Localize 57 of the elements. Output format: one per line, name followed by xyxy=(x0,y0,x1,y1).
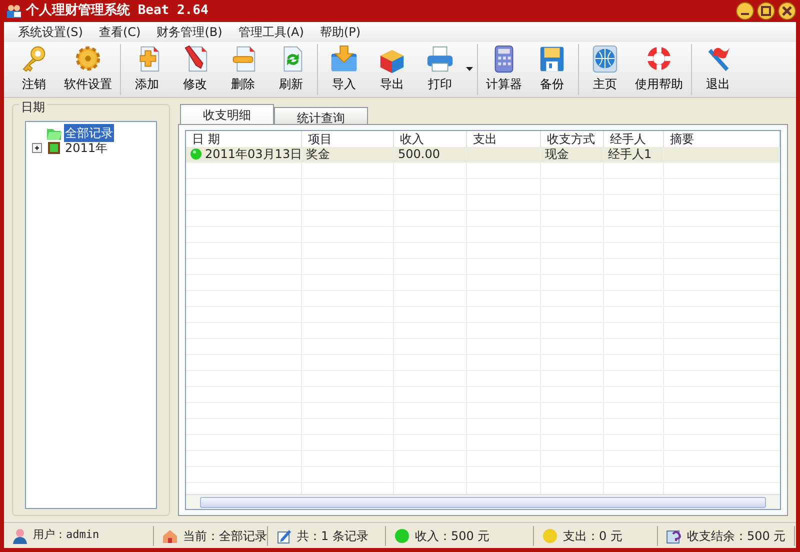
calendar-icon xyxy=(46,140,62,156)
toolbar-button[interactable]: 打印 xyxy=(416,44,464,95)
toolbar-button[interactable]: 添加 xyxy=(123,44,171,95)
question-icon xyxy=(666,528,682,544)
status-text: 共：1 条记录 xyxy=(297,528,368,544)
house-icon xyxy=(162,528,178,544)
tree-item[interactable]: 2011年 xyxy=(64,138,109,156)
toolbar-button[interactable]: 删除 xyxy=(219,44,267,95)
toolbar-button[interactable]: 使用帮助 xyxy=(629,44,689,95)
ball-icon xyxy=(394,528,410,544)
toolbar-button[interactable]: 主页 xyxy=(581,44,629,95)
column-header[interactable]: 收入 xyxy=(394,131,467,147)
pencil-icon xyxy=(276,528,292,544)
tab[interactable]: 收支明细 xyxy=(180,104,274,124)
toolbar-button[interactable]: 导出 xyxy=(368,44,416,95)
table-cell: 奖金 xyxy=(302,147,394,163)
expand-icon[interactable] xyxy=(30,141,44,156)
menu-item[interactable]: 财务管理(B) xyxy=(148,23,230,41)
toolbar-button[interactable]: 备份 xyxy=(528,44,576,95)
close-button[interactable] xyxy=(778,2,796,20)
horizontal-scrollbar[interactable] xyxy=(186,494,780,509)
toolbar-button[interactable]: 导入 xyxy=(320,44,368,95)
column-header[interactable]: 日 期 xyxy=(186,131,302,147)
column-header[interactable]: 收支方式 xyxy=(541,131,604,147)
column-header[interactable]: 经手人 xyxy=(604,131,664,147)
status-text: 收支结余：500 元 xyxy=(687,528,786,544)
tree-item[interactable]: 全部记录 xyxy=(64,124,114,142)
table-cell: 经手人1 xyxy=(604,147,664,163)
status-text: 用户：admin xyxy=(33,527,100,544)
column-header[interactable]: 摘要 xyxy=(664,131,780,147)
window-title: 个人理财管理系统 Beat 2.64 xyxy=(26,2,208,20)
toolbar-button[interactable]: 软件设置 xyxy=(58,44,118,95)
app-icon xyxy=(6,2,22,19)
status-text: 支出：0 元 xyxy=(563,528,622,544)
toolbar-button[interactable]: 退出 xyxy=(694,44,742,95)
tab[interactable]: 统计查询 xyxy=(274,107,368,124)
status-text: 当前：全部记录 xyxy=(183,528,267,544)
table-cell: 500.00 xyxy=(394,147,467,163)
user-icon xyxy=(12,528,28,544)
toolbar-button[interactable]: 修改 xyxy=(171,44,219,95)
minimize-button[interactable] xyxy=(736,2,754,20)
toolbar-button[interactable]: 计算器 xyxy=(480,44,528,95)
toolbar-button[interactable]: 刷新 xyxy=(267,44,315,95)
menu-item[interactable]: 帮助(P) xyxy=(312,23,369,41)
dropdown-caret-icon[interactable] xyxy=(466,67,473,72)
column-header[interactable]: 支出 xyxy=(467,131,541,147)
column-header[interactable]: 项目 xyxy=(302,131,394,147)
table-cell: 现金 xyxy=(541,147,604,163)
maximize-button[interactable] xyxy=(757,2,775,20)
menu-item[interactable]: 查看(C) xyxy=(90,23,149,41)
status-text: 收入：500 元 xyxy=(415,528,490,544)
status-dot-icon xyxy=(190,148,202,160)
menu-item[interactable]: 系统设置(S) xyxy=(10,23,91,41)
coin-icon xyxy=(542,528,558,544)
menu-item[interactable]: 管理工具(A) xyxy=(230,23,312,41)
toolbar-button[interactable]: 注销 xyxy=(10,44,58,95)
table-cell: 2011年03月13日 xyxy=(186,147,302,163)
